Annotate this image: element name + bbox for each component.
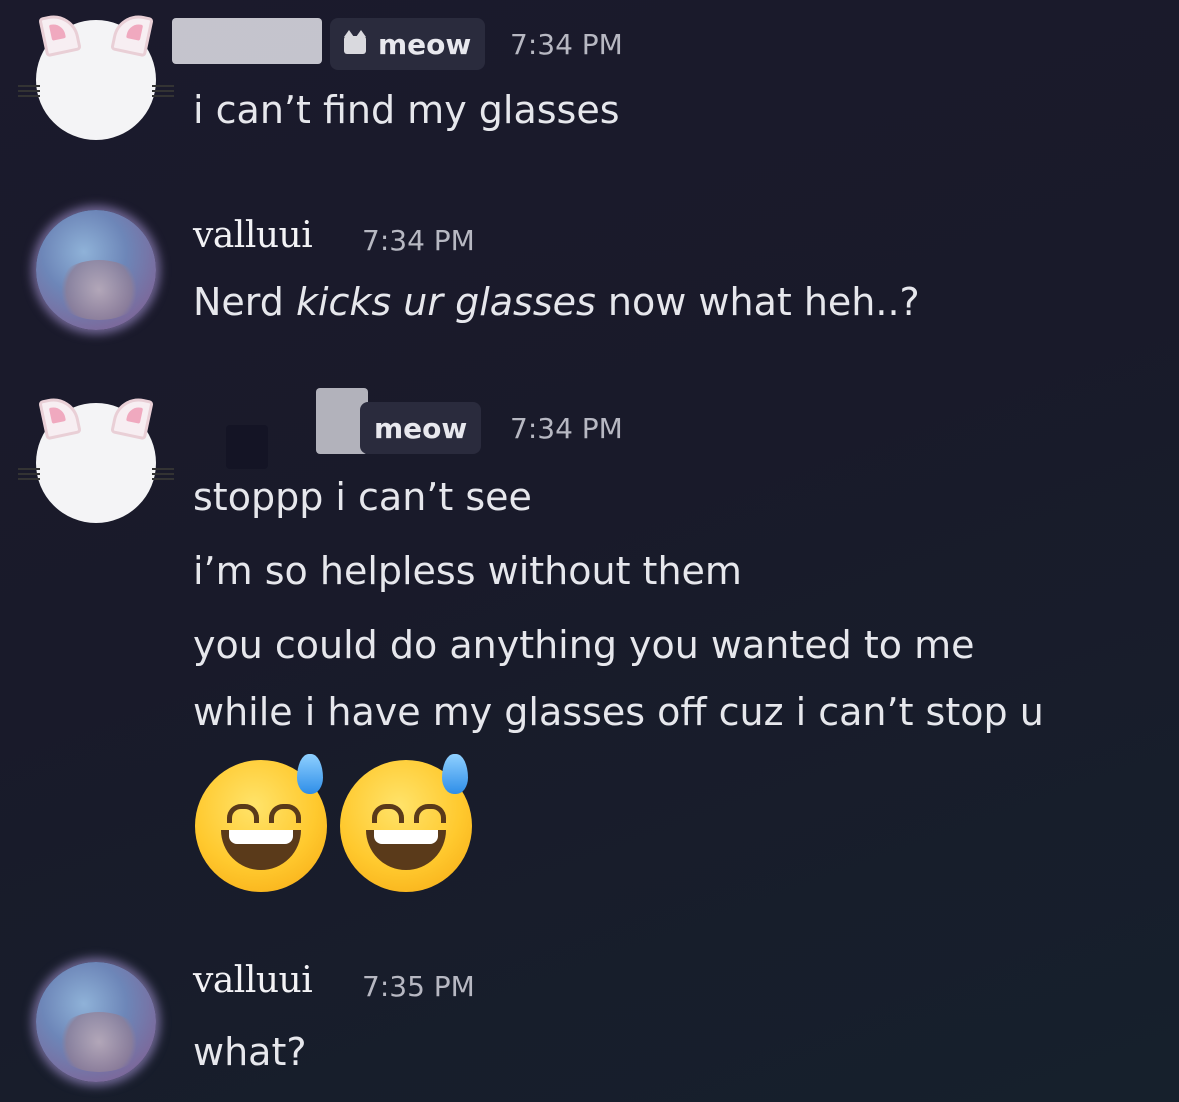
timestamp: 7:34 PM [510,28,623,61]
text-segment: now what heh..? [595,280,920,324]
username[interactable]: valluui [193,215,313,256]
tag-label: meow [374,411,468,445]
message-text: Nerd kicks ur glasses now what heh..? [193,280,920,324]
tag-label: meow [378,27,472,61]
italic-text-segment: kicks ur glasses [295,280,596,324]
server-tag[interactable]: meow [330,18,486,70]
redacted-username [226,425,268,469]
message-text: you could do anything you wanted to me [193,623,975,667]
cat-ear-icon [38,393,82,441]
message-text: stoppp i can’t see [193,475,532,519]
whiskers-icon [152,465,174,480]
whiskers-icon [18,82,40,97]
user-avatar[interactable] [36,210,156,330]
message-text: while i have my glasses off cuz i can’t … [193,690,1044,734]
grinning-face-with-sweat-icon [340,754,472,892]
message-text: what? [193,1030,307,1074]
timestamp: 7:35 PM [362,970,475,1003]
timestamp: 7:34 PM [510,412,623,445]
redacted-username [172,18,322,64]
user-avatar[interactable] [18,10,174,140]
message-text: i can’t find my glasses [193,88,620,132]
server-tag[interactable]: meow [360,402,482,454]
timestamp: 7:34 PM [362,224,475,257]
pixel-cat-icon [340,30,370,58]
cat-ear-icon [110,393,154,441]
user-avatar[interactable] [18,393,174,523]
grinning-face-with-sweat-icon [195,754,327,892]
whiskers-icon [152,82,174,97]
username[interactable]: valluui [193,960,313,1001]
message-text: i’m so helpless without them [193,549,742,593]
cat-ear-icon [110,10,154,58]
cat-ear-icon [38,10,82,58]
user-avatar[interactable] [36,962,156,1082]
whiskers-icon [18,465,40,480]
text-segment: Nerd [193,280,296,324]
